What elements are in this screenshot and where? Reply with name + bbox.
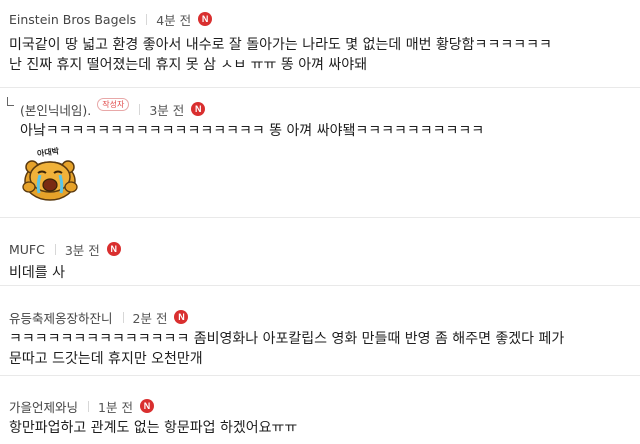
comment-text-line: 항만파업하고 관계도 없는 항문파업 하겠어요ㅠㅠ xyxy=(9,420,298,436)
new-badge-icon: N xyxy=(198,12,213,26)
meta-divider xyxy=(88,400,90,412)
comment-text-line: 비데를 사 xyxy=(9,265,65,281)
comment-author[interactable]: MUFC xyxy=(9,242,45,257)
comment-text-line: 문따고 드갓는데 휴지만 오천만개 xyxy=(9,351,203,367)
comment-meta: 가을언제와닝 1분 전 N xyxy=(9,396,640,416)
comment-author[interactable]: 가을언제와닝 xyxy=(9,397,78,416)
comment-author[interactable]: Einstein Bros Bagels xyxy=(9,12,136,27)
comment-meta: 유등축제옹장하잔니 2분 전 N xyxy=(9,307,640,327)
comment-author[interactable]: 유등축제옹장하잔니 xyxy=(9,308,113,327)
comment-text-line: 아낰ㅋㅋㅋㅋㅋㅋㅋㅋㅋㅋㅋㅋㅋㅋㅋㅋㅋ 똥 아껴 싸야됔ㅋㅋㅋㅋㅋㅋㅋㅋㅋㅋ xyxy=(20,123,485,139)
new-badge-icon: N xyxy=(174,310,189,324)
comment-item: 유등축제옹장하잔니 2분 전 N ㅋㅋㅋㅋㅋㅋㅋㅋㅋㅋㅋㅋㅋㅋ 좀비영화나 아포… xyxy=(0,286,640,376)
meta-divider xyxy=(122,311,124,323)
comment-item: Einstein Bros Bagels 4분 전 N 미국같이 땅 넓고 환경… xyxy=(0,0,640,88)
new-badge-icon: N xyxy=(139,399,154,413)
meta-divider xyxy=(139,103,141,115)
comment-text-line: ㅋㅋㅋㅋㅋㅋㅋㅋㅋㅋㅋㅋㅋㅋ 좀비영화나 아포칼립스 영화 만들때 반영 좀 해… xyxy=(9,331,565,347)
writer-badge: 작성자 xyxy=(97,97,130,111)
meta-divider xyxy=(54,243,56,255)
reply-comment-item: (본인닉네임). 작성자 3분 전 N 아낰ㅋㅋㅋㅋㅋㅋㅋㅋㅋㅋㅋㅋㅋㅋㅋㅋㅋ … xyxy=(0,88,640,218)
comment-item: 가을언제와닝 1분 전 N 항만파업하고 관계도 없는 항문파업 하겠어요ㅠㅠ xyxy=(0,376,640,444)
comment-text-line: 미국같이 땅 넓고 환경 좋아서 내수로 잘 돌아가는 나라도 몇 없는데 매번… xyxy=(9,37,552,53)
new-badge-icon: N xyxy=(106,242,121,256)
comment-time: 2분 전 xyxy=(132,310,168,326)
comment-time: 1분 전 xyxy=(98,399,133,415)
comment-time: 4분 전 xyxy=(156,12,192,28)
comment-time: 3분 전 xyxy=(149,102,185,118)
comment-meta: (본인닉네임). 작성자 3분 전 N xyxy=(20,97,640,119)
comment-meta: MUFC 3분 전 N xyxy=(9,239,640,259)
comment-item: MUFC 3분 전 N 비데를 사 xyxy=(0,218,640,286)
meta-divider xyxy=(146,13,148,25)
new-badge-icon: N xyxy=(191,102,206,116)
comment-meta: Einstein Bros Bagels 4분 전 N xyxy=(9,9,640,29)
crying-bear-sticker-icon: 아대박 xyxy=(20,145,80,201)
comment-time: 3분 전 xyxy=(64,242,100,258)
comment-author[interactable]: (본인닉네임). xyxy=(20,100,91,119)
reply-arrow-icon xyxy=(7,97,14,106)
comment-text-line: 난 진짜 휴지 떨어졌는데 휴지 못 삼 ㅅㅂ ㅠㅠ 똥 아껴 싸야돼 xyxy=(9,57,368,73)
